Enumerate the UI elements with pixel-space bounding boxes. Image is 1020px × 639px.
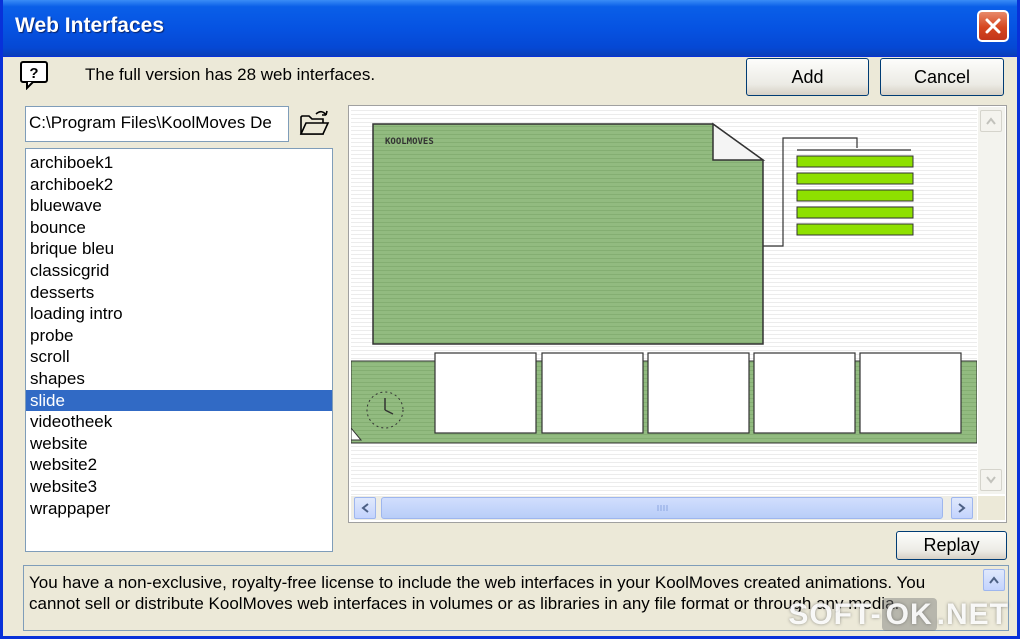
list-item[interactable]: website3 [26, 476, 332, 498]
scroll-up-button[interactable] [980, 110, 1002, 132]
preview-horizontal-scrollbar[interactable] [351, 496, 977, 520]
scroll-right-button[interactable] [951, 497, 973, 519]
list-item[interactable]: loading intro [26, 303, 332, 325]
scroll-thumb[interactable] [381, 497, 943, 519]
add-button[interactable]: Add [746, 58, 869, 96]
license-scroll-up-button[interactable] [983, 569, 1005, 591]
replay-button[interactable]: Replay [896, 531, 1007, 560]
folder-path-field[interactable]: C:\Program Files\KoolMoves De [25, 106, 289, 142]
list-item[interactable]: classicgrid [26, 260, 332, 282]
scroll-up-icon [989, 576, 999, 584]
scroll-up-icon [986, 117, 996, 125]
interfaces-list[interactable]: archiboek1 archiboek2 bluewave bounce brique… [25, 148, 333, 552]
menu-bar-3 [796, 189, 914, 202]
preview-canvas: KOOLMOVES [351, 108, 977, 496]
close-button[interactable] [977, 10, 1009, 42]
preview-vertical-scrollbar[interactable] [978, 107, 1005, 494]
list-item[interactable]: brique bleu [26, 238, 332, 260]
interface-count-text: The full version has 28 web interfaces. [85, 65, 376, 84]
watermark: SOFT- OK .NET [788, 598, 1009, 632]
thumb-4 [753, 352, 856, 434]
cancel-button[interactable]: Cancel [880, 58, 1004, 96]
scroll-down-button[interactable] [980, 469, 1002, 491]
thumb-1 [434, 352, 537, 434]
scroll-down-icon [986, 476, 996, 484]
menu-bar-1 [796, 155, 914, 168]
main-panel [372, 123, 764, 345]
list-item[interactable]: bluewave [26, 195, 332, 217]
scroll-left-icon [361, 503, 369, 513]
watermark-left: SOFT- [788, 598, 882, 631]
list-item[interactable]: desserts [26, 282, 332, 304]
close-icon [985, 18, 1001, 34]
list-item[interactable]: probe [26, 325, 332, 347]
scroll-right-icon [958, 503, 966, 513]
menu-bar-5 [796, 223, 914, 236]
scroll-left-button[interactable] [354, 497, 376, 519]
list-item[interactable]: wrappaper [26, 498, 332, 520]
list-item[interactable]: archiboek1 [26, 152, 332, 174]
folder-open-icon[interactable] [298, 107, 330, 139]
preview-logo: KOOLMOVES [385, 137, 434, 147]
watermark-right: .NET [936, 598, 1009, 631]
list-item[interactable]: bounce [26, 217, 332, 239]
list-item[interactable]: scroll [26, 346, 332, 368]
window-title: Web Interfaces [15, 14, 164, 37]
thumb-2 [541, 352, 644, 434]
grip-icon [657, 505, 668, 511]
thumb-5 [859, 352, 962, 434]
list-item[interactable]: videotheek [26, 411, 332, 433]
thumb-3 [647, 352, 750, 434]
watermark-ok: OK [881, 598, 937, 631]
preview-area: KOOLMOVES [348, 105, 1007, 523]
scrollbar-corner [978, 496, 1005, 520]
list-item[interactable]: website [26, 433, 332, 455]
list-item[interactable]: shapes [26, 368, 332, 390]
list-item[interactable]: slide [26, 389, 332, 412]
list-item[interactable]: website2 [26, 454, 332, 476]
menu-bar-4 [796, 206, 914, 219]
title-bar[interactable]: Web Interfaces [3, 0, 1017, 57]
list-item[interactable]: archiboek2 [26, 174, 332, 196]
help-icon: ? [20, 61, 48, 90]
menu-bar-2 [796, 172, 914, 185]
svg-text:?: ? [29, 65, 38, 82]
web-interfaces-dialog: Web Interfaces ? The full version has 28… [0, 0, 1020, 639]
